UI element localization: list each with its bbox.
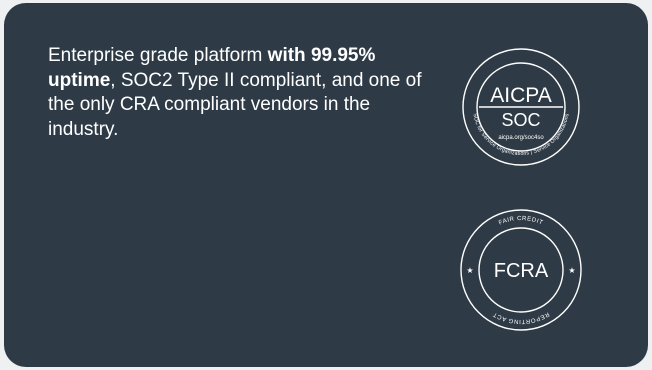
soc-label: SOC: [501, 110, 540, 130]
aicpa-label: AICPA: [490, 84, 551, 107]
fcra-seal-icon: FCRA FAIR CREDIT REPORTING ACT ★ ★: [460, 209, 582, 331]
aicpa-soc-badge: AICPA SOC aicpa.org/soc4so SOC for Servi…: [459, 45, 583, 169]
aicpa-url: aicpa.org/soc4so: [498, 135, 544, 141]
fcra-badge: FCRA FAIR CREDIT REPORTING ACT ★ ★: [459, 208, 583, 332]
fcra-label: FCRA: [494, 260, 549, 282]
description-text-start: Enterprise grade platform: [48, 45, 268, 66]
aicpa-soc-logo-icon: AICPA SOC aicpa.org/soc4so SOC for Servi…: [462, 48, 580, 166]
compliance-card: Enterprise grade platform with 99.95% up…: [4, 3, 648, 367]
svg-text:FAIR CREDIT: FAIR CREDIT: [498, 216, 544, 227]
fcra-top-arc-text: FAIR CREDIT: [498, 216, 543, 227]
compliance-description: Enterprise grade platform with 99.95% up…: [48, 44, 428, 142]
fcra-left-star-icon: ★: [466, 266, 473, 275]
fcra-right-star-icon: ★: [568, 266, 575, 275]
